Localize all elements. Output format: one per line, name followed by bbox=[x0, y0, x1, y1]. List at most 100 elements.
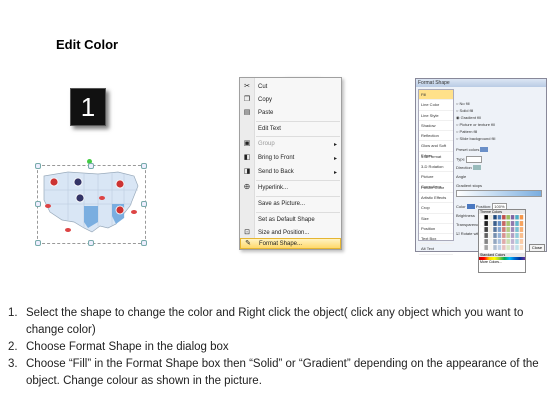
color-swatch[interactable] bbox=[501, 232, 506, 239]
color-swatch[interactable] bbox=[488, 244, 493, 251]
category-fill[interactable]: Fill bbox=[419, 90, 453, 101]
color-swatch[interactable] bbox=[519, 220, 524, 227]
color-swatch[interactable] bbox=[506, 214, 511, 220]
category-item[interactable]: Position bbox=[419, 224, 453, 235]
category-item[interactable]: Glow and Soft Edges bbox=[419, 141, 453, 158]
menu-item-send-to-back[interactable]: ◨ Send to Back ▸ bbox=[240, 166, 341, 178]
menu-item-save-as-picture[interactable]: Save as Picture... bbox=[240, 198, 341, 210]
color-swatch[interactable] bbox=[484, 238, 489, 245]
menu-item-paste[interactable]: ▤ Paste bbox=[240, 107, 341, 119]
fill-option-solid[interactable]: ○ Solid fill bbox=[456, 108, 473, 113]
color-swatch[interactable] bbox=[484, 226, 489, 233]
color-swatch[interactable] bbox=[501, 220, 506, 227]
color-swatch[interactable] bbox=[515, 214, 519, 220]
color-swatch[interactable] bbox=[493, 226, 497, 233]
color-swatch[interactable] bbox=[484, 232, 489, 239]
color-swatch[interactable] bbox=[497, 238, 502, 245]
color-swatch[interactable] bbox=[493, 220, 497, 227]
color-swatch[interactable] bbox=[506, 232, 511, 239]
color-swatch[interactable] bbox=[519, 232, 524, 239]
color-swatch[interactable] bbox=[515, 238, 519, 245]
menu-item-cut[interactable]: ✂ Cut bbox=[240, 81, 341, 93]
color-swatch[interactable] bbox=[501, 214, 506, 220]
fill-option-pattern[interactable]: ○ Pattern fill bbox=[456, 129, 477, 134]
color-swatch[interactable] bbox=[493, 232, 497, 239]
category-item[interactable]: Shadow bbox=[419, 121, 453, 132]
fill-option-gradient[interactable]: ◉ Gradient fill bbox=[456, 115, 481, 120]
color-swatch[interactable] bbox=[506, 220, 511, 227]
color-swatch[interactable] bbox=[497, 244, 502, 251]
color-swatch[interactable] bbox=[515, 220, 519, 227]
color-swatch[interactable] bbox=[501, 244, 506, 251]
menu-item-group[interactable]: ▣ Group ▸ bbox=[240, 138, 341, 150]
color-swatch[interactable] bbox=[484, 220, 489, 227]
color-swatch[interactable] bbox=[510, 238, 515, 245]
us-map[interactable] bbox=[38, 166, 144, 242]
color-swatch[interactable] bbox=[479, 220, 484, 227]
color-swatch[interactable] bbox=[506, 238, 511, 245]
category-item[interactable]: Picture Color bbox=[419, 183, 453, 193]
color-swatch[interactable] bbox=[488, 232, 493, 239]
color-swatch[interactable] bbox=[519, 214, 524, 220]
color-swatch[interactable] bbox=[497, 220, 502, 227]
color-swatch[interactable] bbox=[493, 244, 497, 251]
fill-option-no-fill[interactable]: ○ No fill bbox=[456, 101, 470, 106]
category-item[interactable]: Text Box bbox=[419, 234, 453, 245]
color-swatch[interactable] bbox=[519, 244, 524, 251]
category-item[interactable]: Line Style bbox=[419, 111, 453, 121]
more-colors-link[interactable]: More Colors... bbox=[479, 260, 525, 264]
category-item[interactable]: Alt Text bbox=[419, 244, 453, 255]
color-swatch[interactable] bbox=[501, 238, 506, 245]
color-swatch[interactable] bbox=[510, 232, 515, 239]
color-swatch[interactable] bbox=[488, 226, 493, 233]
color-swatch[interactable] bbox=[519, 238, 524, 245]
category-item[interactable]: Artistic Effects bbox=[419, 193, 453, 204]
menu-item-edit-text[interactable]: Edit Text bbox=[240, 123, 341, 135]
menu-item-format-shape[interactable]: ✎ Format Shape... bbox=[240, 238, 341, 249]
color-swatch[interactable] bbox=[479, 238, 484, 245]
color-swatch[interactable] bbox=[497, 232, 502, 239]
color-swatch[interactable] bbox=[515, 226, 519, 233]
color-swatch[interactable] bbox=[506, 226, 511, 233]
menu-item-bring-to-front[interactable]: ◧ Bring to Front ▸ bbox=[240, 152, 341, 164]
color-swatch[interactable] bbox=[497, 226, 502, 233]
category-item[interactable]: Reflection bbox=[419, 131, 453, 142]
category-item[interactable]: 3-D Rotation bbox=[419, 162, 453, 173]
color-swatch[interactable] bbox=[484, 244, 489, 251]
color-swatch[interactable] bbox=[510, 214, 515, 220]
color-swatch[interactable] bbox=[484, 214, 489, 220]
color-swatch[interactable] bbox=[506, 244, 511, 251]
menu-item-copy[interactable]: ❐ Copy bbox=[240, 94, 341, 106]
theme-color-grid[interactable] bbox=[479, 214, 525, 252]
color-swatch[interactable] bbox=[493, 214, 497, 220]
color-swatch[interactable] bbox=[497, 214, 502, 220]
color-swatch[interactable] bbox=[479, 214, 484, 220]
color-swatch[interactable] bbox=[479, 232, 484, 239]
fill-option-picture[interactable]: ○ Picture or texture fill bbox=[456, 122, 495, 127]
direction-dropdown[interactable] bbox=[472, 165, 481, 171]
menu-item-hyperlink[interactable]: 🜨 Hyperlink... bbox=[240, 182, 341, 194]
color-swatch[interactable] bbox=[479, 226, 484, 233]
color-swatch[interactable] bbox=[510, 226, 515, 233]
preset-colors-dropdown[interactable] bbox=[480, 147, 489, 153]
color-swatch[interactable] bbox=[488, 214, 493, 220]
color-swatch[interactable] bbox=[515, 244, 519, 251]
type-dropdown[interactable] bbox=[465, 156, 482, 163]
category-item[interactable]: Crop bbox=[419, 203, 453, 214]
color-swatch[interactable] bbox=[479, 244, 484, 251]
color-swatch[interactable] bbox=[510, 220, 515, 227]
category-item[interactable]: Line Color bbox=[419, 100, 453, 111]
category-item[interactable]: 3-D Format bbox=[419, 152, 453, 163]
gradient-stops-bar[interactable] bbox=[456, 190, 542, 197]
color-swatch[interactable] bbox=[488, 238, 493, 245]
color-swatch[interactable] bbox=[488, 220, 493, 227]
color-swatch[interactable] bbox=[510, 244, 515, 251]
close-button[interactable]: Close bbox=[529, 244, 545, 252]
category-item[interactable]: Picture Corrections bbox=[419, 172, 453, 189]
menu-item-set-default-shape[interactable]: Set as Default Shape bbox=[240, 214, 341, 226]
color-swatch[interactable] bbox=[493, 238, 497, 245]
category-item[interactable]: Size bbox=[419, 214, 453, 224]
color-swatch[interactable] bbox=[515, 232, 519, 239]
color-picker-button[interactable] bbox=[466, 204, 475, 210]
color-swatch[interactable] bbox=[519, 226, 524, 233]
